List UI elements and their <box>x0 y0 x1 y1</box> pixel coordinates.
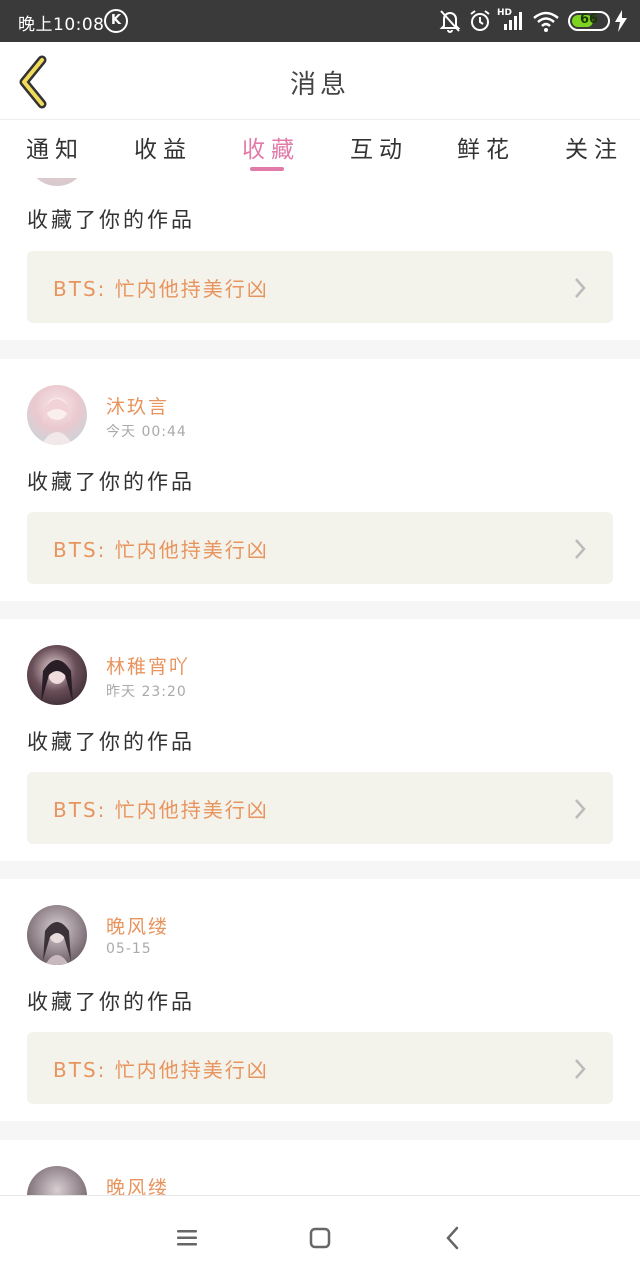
tab-bar: 通知 收益 收藏 互动 鲜花 关注 <box>0 120 640 178</box>
battery-level: 66 <box>579 12 599 27</box>
action-text: 收藏了你的作品 <box>27 990 195 1014</box>
action-text: 收藏了你的作品 <box>27 470 195 494</box>
work-link[interactable]: BTS: 忙内他持美行凶 <box>27 772 613 844</box>
work-link[interactable]: BTS: 忙内他持美行凶 <box>27 1032 613 1104</box>
message-feed[interactable]: 收藏了你的作品 BTS: 忙内他持美行凶 沐玖言 今天 00:44 收藏了你的作… <box>0 178 640 1195</box>
alarm-icon <box>470 10 490 31</box>
action-text: 收藏了你的作品 <box>27 730 195 754</box>
tab-favorites[interactable]: 收藏 <box>242 130 300 164</box>
status-bar: 晚上10:08 K HD 66 <box>0 0 640 42</box>
list-item: 收藏了你的作品 BTS: 忙内他持美行凶 <box>0 178 640 340</box>
list-item: 林稚宵吖 昨天 23:20 收藏了你的作品 BTS: 忙内他持美行凶 <box>0 619 640 861</box>
active-tab-indicator <box>250 167 284 171</box>
username[interactable]: 林稚宵吖 <box>106 652 190 679</box>
home-square-icon[interactable] <box>306 1224 334 1252</box>
chevron-right-icon <box>575 799 586 819</box>
status-time: 晚上10:08 <box>18 15 105 35</box>
header: 消息 <box>0 42 640 120</box>
avatar-illustration <box>43 922 71 965</box>
work-link[interactable]: BTS: 忙内他持美行凶 <box>27 512 613 584</box>
timestamp: 05-15 <box>106 941 152 957</box>
work-title: BTS: 忙内他持美行凶 <box>53 798 269 822</box>
work-title: BTS: 忙内他持美行凶 <box>53 538 269 562</box>
chevron-right-icon <box>575 278 586 298</box>
list-item: 晚风缕 <box>0 1140 640 1195</box>
username[interactable]: 晚风缕 <box>106 1173 169 1195</box>
menu-icon[interactable] <box>173 1224 201 1252</box>
chevron-right-icon <box>575 1059 586 1079</box>
chevron-right-icon <box>575 539 586 559</box>
tab-earnings[interactable]: 收益 <box>134 130 192 164</box>
username[interactable]: 晚风缕 <box>106 912 169 939</box>
avatar[interactable] <box>27 1166 87 1195</box>
avatar[interactable] <box>27 905 87 965</box>
list-item: 沐玖言 今天 00:44 收藏了你的作品 BTS: 忙内他持美行凶 <box>0 359 640 601</box>
system-nav-bar <box>0 1195 640 1280</box>
bell-muted-icon <box>439 10 461 33</box>
work-title: BTS: 忙内他持美行凶 <box>53 277 269 301</box>
avatar[interactable] <box>27 645 87 705</box>
timestamp: 今天 00:44 <box>106 424 187 440</box>
action-text: 收藏了你的作品 <box>27 208 195 232</box>
avatar[interactable] <box>27 178 87 186</box>
list-item: 晚风缕 05-15 收藏了你的作品 BTS: 忙内他持美行凶 <box>0 879 640 1121</box>
battery-icon: 66 <box>568 11 610 31</box>
avatar-illustration <box>41 398 73 445</box>
avatar-illustration <box>41 660 73 703</box>
work-link[interactable]: BTS: 忙内他持美行凶 <box>27 251 613 323</box>
wifi-icon <box>533 11 559 32</box>
tab-interactions[interactable]: 互动 <box>350 130 408 164</box>
back-icon[interactable] <box>440 1224 468 1252</box>
work-title: BTS: 忙内他持美行凶 <box>53 1058 269 1082</box>
tab-notifications[interactable]: 通知 <box>26 130 84 164</box>
charging-bolt-icon <box>615 10 627 32</box>
signal-icon <box>504 12 522 30</box>
tab-following[interactable]: 关注 <box>565 130 623 164</box>
page-title: 消息 <box>289 70 350 100</box>
app-badge-icon: K <box>104 9 128 33</box>
username[interactable]: 沐玖言 <box>106 392 169 419</box>
avatar[interactable] <box>27 385 87 445</box>
timestamp: 昨天 23:20 <box>106 684 187 700</box>
tab-flowers[interactable]: 鲜花 <box>457 130 515 164</box>
